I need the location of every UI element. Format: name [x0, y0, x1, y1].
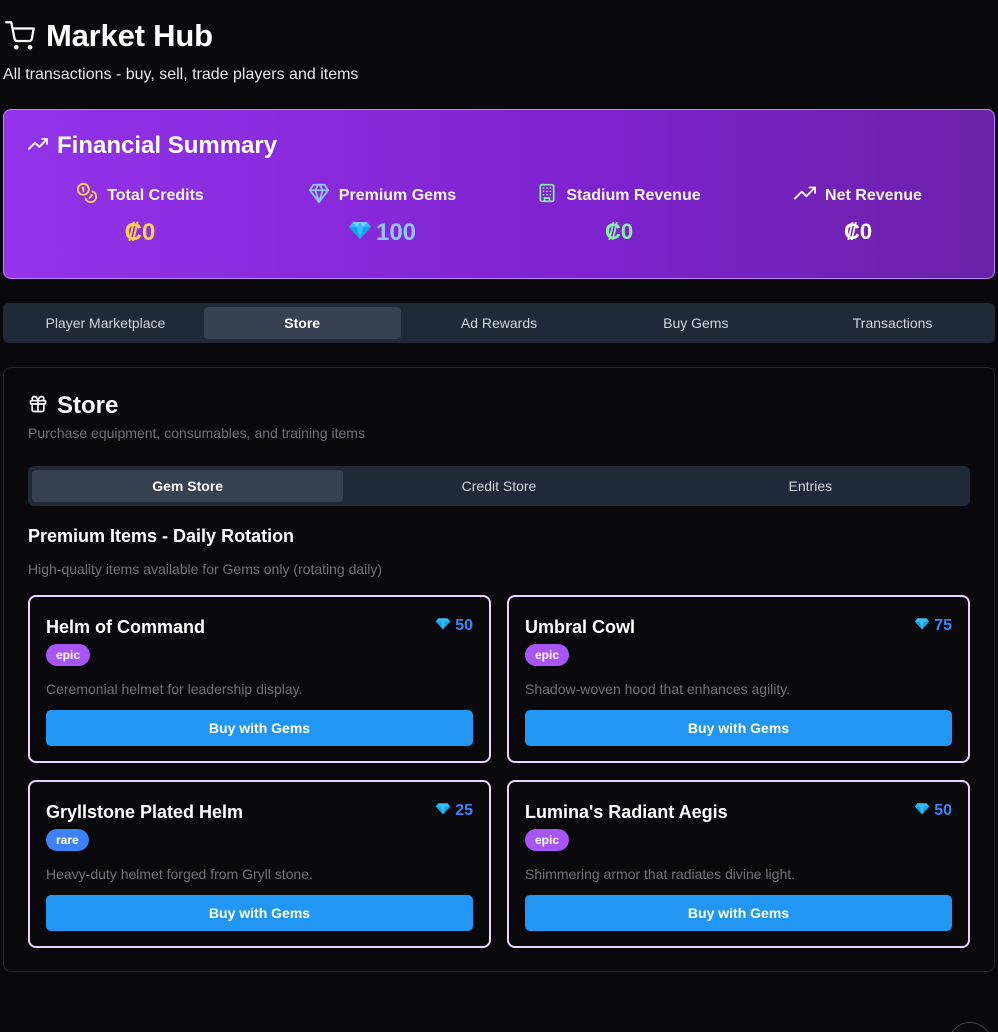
stat-label: Premium Gems — [338, 186, 457, 204]
page-subtitle: All transactions - buy, sell, trade play… — [3, 66, 359, 83]
gift-icon — [28, 394, 48, 419]
gem-icon — [435, 617, 451, 635]
stat-total-credits: Total Credits ₡0 — [20, 182, 260, 247]
gem-icon — [435, 802, 451, 820]
store-subtitle: Purchase equipment, consumables, and tra… — [28, 425, 365, 441]
page-title: Market Hub — [46, 18, 213, 53]
page-header: Market Hub All transactions - buy, sell,… — [3, 18, 359, 84]
buy-with-gems-button[interactable]: Buy with Gems — [525, 710, 952, 746]
stat-value: 100 — [375, 219, 417, 246]
market-tabs: Player Marketplace Store Ad Rewards Buy … — [3, 303, 995, 343]
item-description: Ceremonial helmet for leadership display… — [46, 681, 303, 697]
gem-icon — [308, 182, 330, 209]
stat-label: Total Credits — [107, 186, 204, 204]
rarity-badge: epic — [46, 644, 91, 666]
item-price: 50 — [914, 802, 952, 820]
item-price-value: 50 — [934, 802, 952, 819]
tab-buy-gems[interactable]: Buy Gems — [597, 307, 794, 339]
stat-value: ₡0 — [604, 219, 634, 244]
stat-stadium-revenue: Stadium Revenue ₡0 — [499, 182, 739, 245]
trending-up-icon — [794, 182, 817, 209]
gem-icon — [348, 219, 372, 247]
item-price-value: 25 — [455, 802, 473, 819]
stat-value: ₡0 — [843, 219, 873, 244]
item-price: 50 — [435, 617, 473, 635]
market-hub-page: Market Hub All transactions - buy, sell,… — [0, 0, 998, 1032]
item-description: Shimmering armor that radiates divine li… — [525, 866, 796, 882]
store-item-card: Umbral Cowl 75 epic Shadow-woven hood th… — [507, 595, 970, 763]
shopping-cart-icon — [4, 21, 36, 51]
rarity-badge: rare — [46, 829, 89, 851]
floating-action-button[interactable] — [948, 1022, 992, 1032]
gem-icon — [914, 802, 930, 820]
item-description: Shadow-woven hood that enhances agility. — [525, 681, 791, 697]
store-item-card: Helm of Command 50 epic Ceremonial helme… — [28, 595, 491, 763]
stat-premium-gems: Premium Gems 100 — [262, 182, 502, 247]
building-icon — [537, 182, 557, 209]
rarity-badge: epic — [525, 644, 570, 666]
item-name: Helm of Command — [46, 617, 206, 637]
trending-up-icon — [27, 134, 49, 159]
item-name: Lumina's Radiant Aegis — [525, 802, 728, 822]
summary-title: Financial Summary — [57, 132, 278, 159]
subtab-credit-store[interactable]: Credit Store — [343, 470, 654, 502]
subtab-gem-store[interactable]: Gem Store — [32, 470, 344, 502]
stat-value: ₡0 — [124, 219, 156, 246]
buy-with-gems-button[interactable]: Buy with Gems — [525, 895, 952, 931]
item-price: 75 — [914, 617, 952, 635]
rarity-badge: epic — [525, 829, 570, 851]
store-title: Store — [57, 392, 119, 419]
item-price: 25 — [435, 802, 473, 820]
item-name: Umbral Cowl — [525, 617, 636, 637]
item-price-value: 75 — [934, 617, 952, 634]
stat-label: Stadium Revenue — [566, 186, 701, 204]
subtab-entries[interactable]: Entries — [655, 470, 966, 502]
tab-transactions[interactable]: Transactions — [794, 307, 991, 339]
tab-player-marketplace[interactable]: Player Marketplace — [7, 307, 204, 339]
buy-with-gems-button[interactable]: Buy with Gems — [46, 895, 473, 931]
store-panel: Store Purchase equipment, consumables, a… — [3, 367, 995, 972]
stat-net-revenue: Net Revenue ₡0 — [738, 182, 978, 245]
section-title: Premium Items - Daily Rotation — [28, 526, 295, 546]
gem-icon — [914, 617, 930, 635]
financial-summary-card: Financial Summary Total Credits ₡0 Premi… — [3, 109, 995, 279]
item-name: Gryllstone Plated Helm — [46, 802, 244, 822]
store-item-card: Lumina's Radiant Aegis 50 epic Shimmerin… — [507, 780, 970, 948]
section-subtitle: High-quality items available for Gems on… — [28, 561, 383, 577]
store-item-card: Gryllstone Plated Helm 25 rare Heavy-dut… — [28, 780, 491, 948]
item-price-value: 50 — [455, 617, 473, 634]
tab-store[interactable]: Store — [203, 307, 401, 339]
store-subtabs: Gem Store Credit Store Entries — [28, 466, 970, 506]
buy-with-gems-button[interactable]: Buy with Gems — [46, 710, 473, 746]
item-description: Heavy-duty helmet forged from Gryll ston… — [46, 866, 313, 882]
stat-label: Net Revenue — [825, 186, 922, 204]
tab-ad-rewards[interactable]: Ad Rewards — [401, 307, 598, 339]
coins-icon — [76, 182, 98, 209]
